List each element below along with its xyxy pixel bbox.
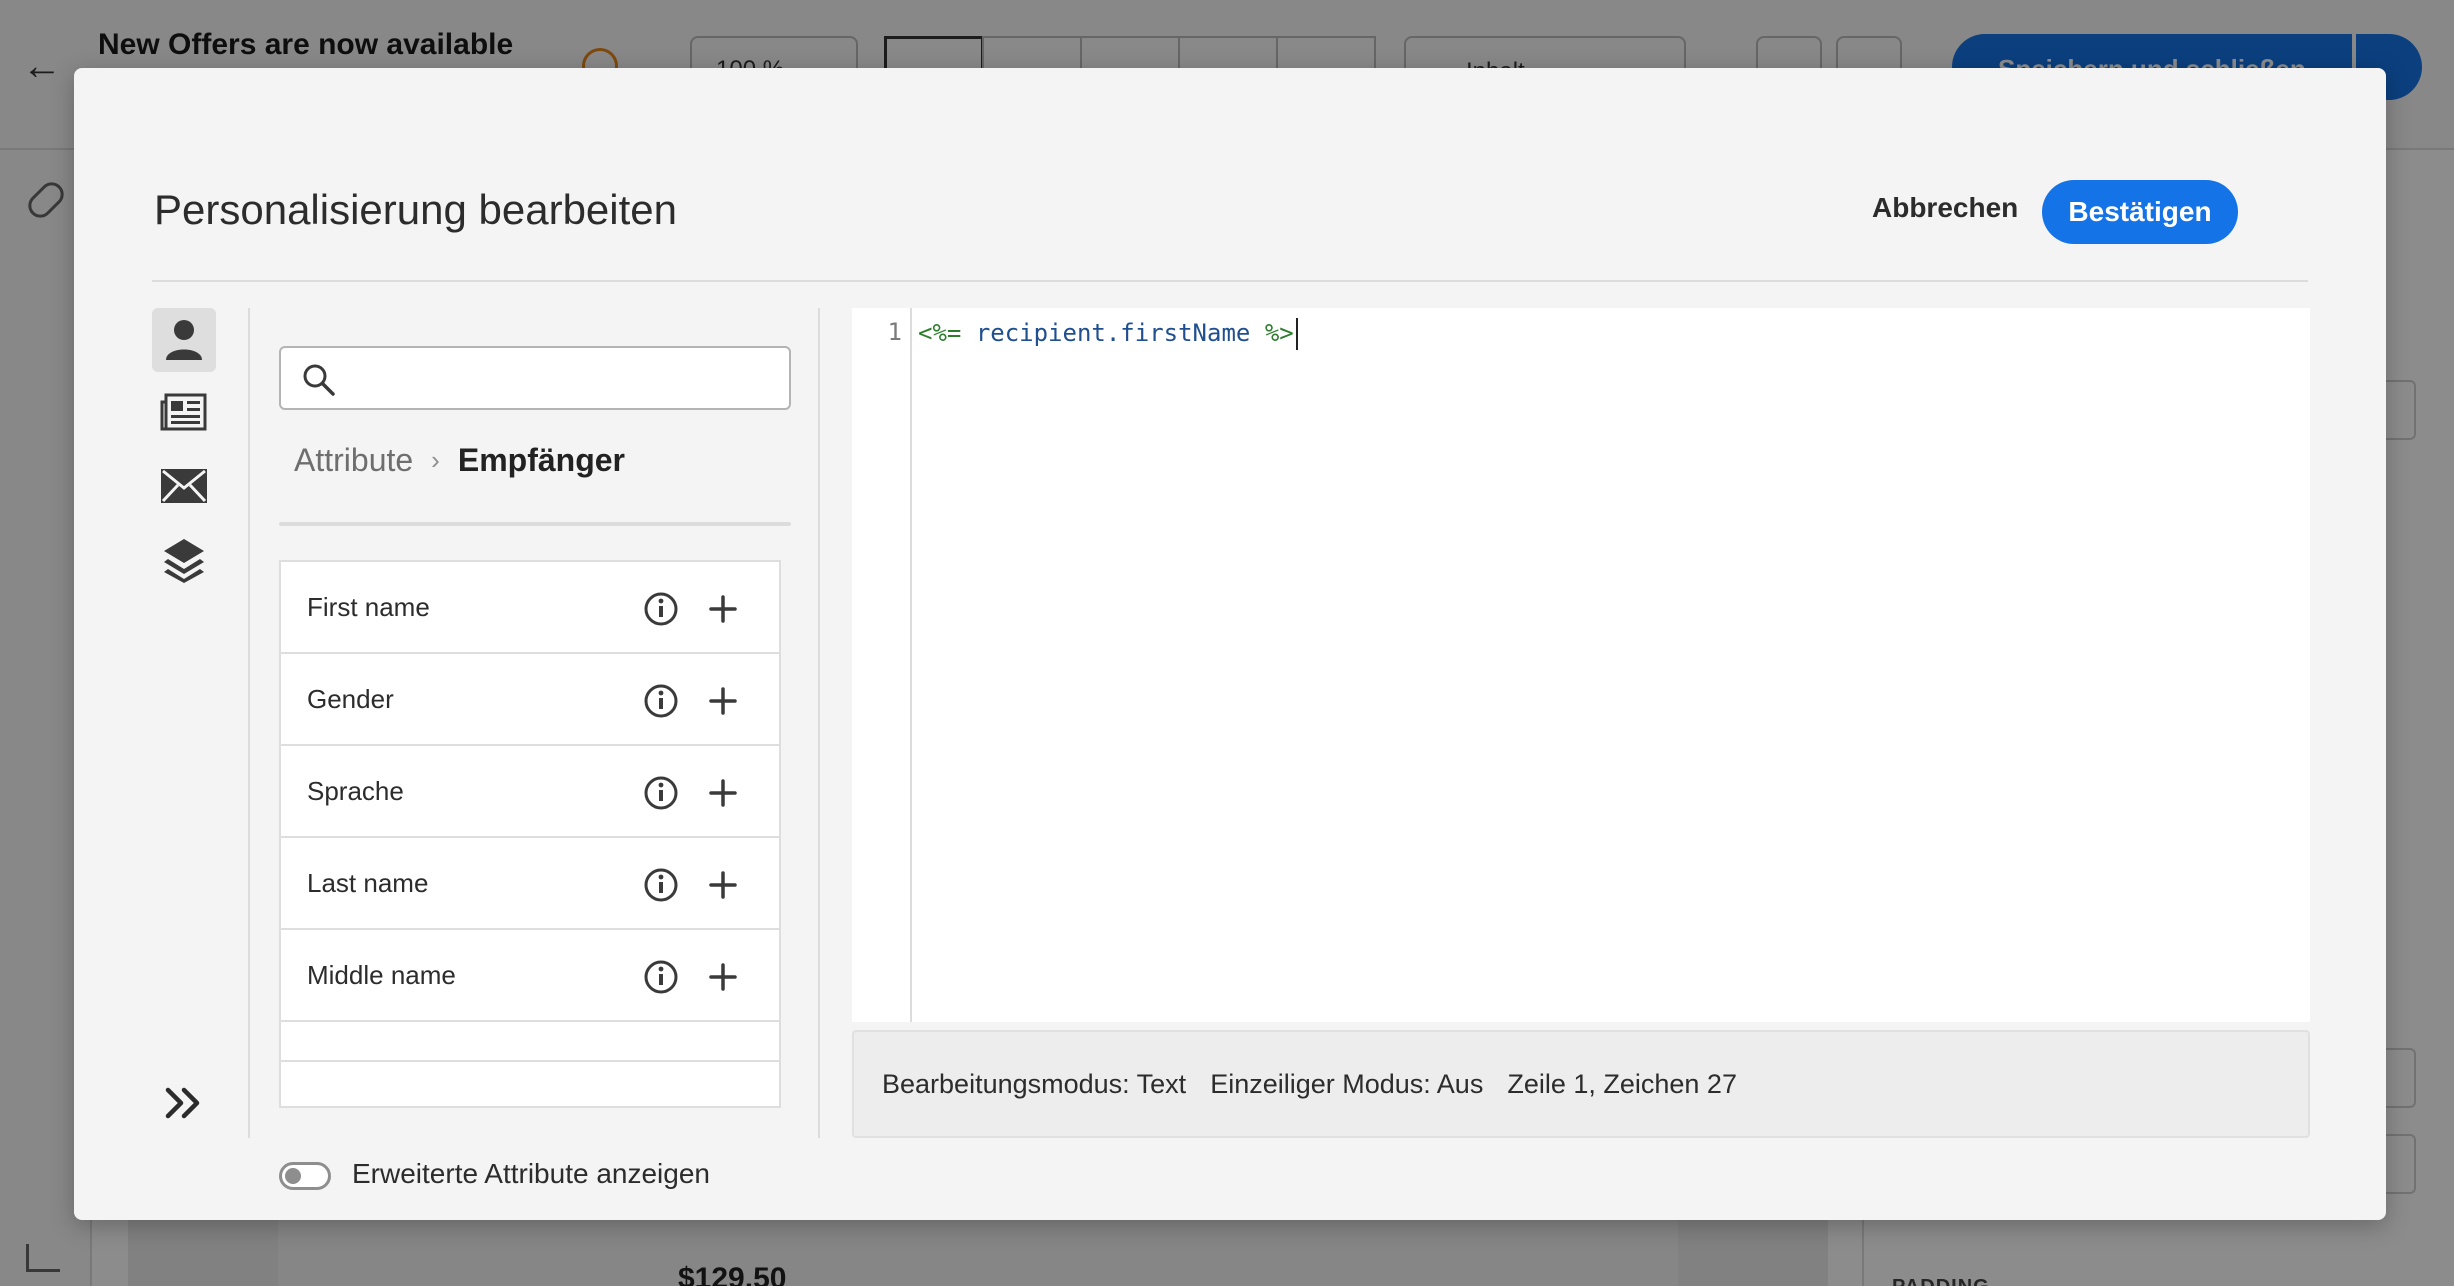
search-icon [303, 364, 335, 396]
plus-icon[interactable] [705, 867, 741, 903]
attribute-label: Gender [307, 683, 394, 714]
list-item[interactable]: Sprache [281, 746, 779, 838]
breadcrumb-current: Empfänger [457, 441, 625, 478]
code-expression: recipient.firstName [975, 319, 1251, 347]
edit-personalization-dialog: Personalisierung bearbeiten Abbrechen Be… [74, 68, 2386, 1220]
attribute-list: First name Gender Sprache Last name Midd… [279, 560, 781, 1108]
breadcrumb: Attribute › Empfänger [294, 440, 625, 480]
panel-divider [818, 308, 820, 1138]
advanced-attributes-label: Erweiterte Attribute anzeigen [352, 1158, 710, 1189]
breadcrumb-root[interactable]: Attribute [294, 442, 413, 479]
envelope-icon [161, 469, 207, 503]
list-item[interactable]: First name [281, 562, 779, 654]
confirm-button[interactable]: Bestätigen [2042, 180, 2238, 244]
plus-icon[interactable] [705, 591, 741, 627]
list-item[interactable]: Middle name [281, 930, 779, 1022]
plus-icon[interactable] [705, 959, 741, 995]
list-divider [279, 522, 791, 526]
attribute-label: Sprache [307, 775, 404, 806]
line-number: 1 [887, 318, 902, 346]
info-icon[interactable] [643, 867, 679, 903]
info-icon[interactable] [643, 775, 679, 811]
list-item[interactable]: Gender [281, 654, 779, 746]
rail-content-fragments[interactable] [152, 380, 216, 444]
header-divider [152, 280, 2308, 282]
attribute-label: First name [307, 591, 430, 622]
status-cursor-position: Zeile 1, Zeichen 27 [1507, 1068, 1737, 1099]
code-open-delimiter: <%= [918, 319, 962, 347]
rail-expression-fragments[interactable] [152, 528, 216, 592]
list-item[interactable]: Last name [281, 838, 779, 930]
status-edit-mode: Bearbeitungsmodus: Text [882, 1068, 1187, 1099]
cancel-button[interactable]: Abbrechen [1862, 180, 2028, 236]
search-input[interactable] [347, 358, 767, 398]
category-rail [152, 308, 216, 1138]
rail-divider [248, 308, 250, 1138]
rail-profile-attributes[interactable] [152, 308, 216, 372]
expand-rail-button[interactable] [164, 1086, 204, 1125]
editor-status-bar: Bearbeitungsmodus: Text Einzeiliger Modu… [852, 1030, 2310, 1138]
info-icon[interactable] [643, 683, 679, 719]
layers-icon [164, 539, 204, 583]
code-line[interactable]: <%= recipient.firstName %> [918, 318, 1298, 350]
rail-message-attributes[interactable] [152, 454, 216, 518]
line-gutter: 1 [852, 308, 912, 1022]
info-icon[interactable] [643, 959, 679, 995]
user-icon [166, 320, 202, 360]
code-close-delimiter: %> [1264, 319, 1294, 347]
advanced-attributes-toggle[interactable] [279, 1162, 331, 1190]
status-singleline-mode: Einzeiliger Modus: Aus [1210, 1068, 1484, 1099]
info-icon[interactable] [643, 591, 679, 627]
plus-icon[interactable] [705, 683, 741, 719]
newspaper-icon [160, 393, 207, 431]
double-chevron-right-icon [165, 1087, 200, 1119]
dialog-title: Personalisierung bearbeiten [154, 186, 678, 233]
text-caret [1295, 318, 1298, 350]
attribute-label: Last name [307, 867, 429, 898]
plus-icon[interactable] [705, 775, 741, 811]
chevron-right-icon: › [431, 444, 440, 475]
toggle-knob [285, 1168, 301, 1184]
list-item[interactable] [281, 1022, 779, 1062]
attribute-search[interactable] [279, 346, 791, 410]
attribute-label: Middle name [307, 959, 456, 990]
code-editor[interactable]: 1 <%= recipient.firstName %> [852, 308, 2310, 1022]
